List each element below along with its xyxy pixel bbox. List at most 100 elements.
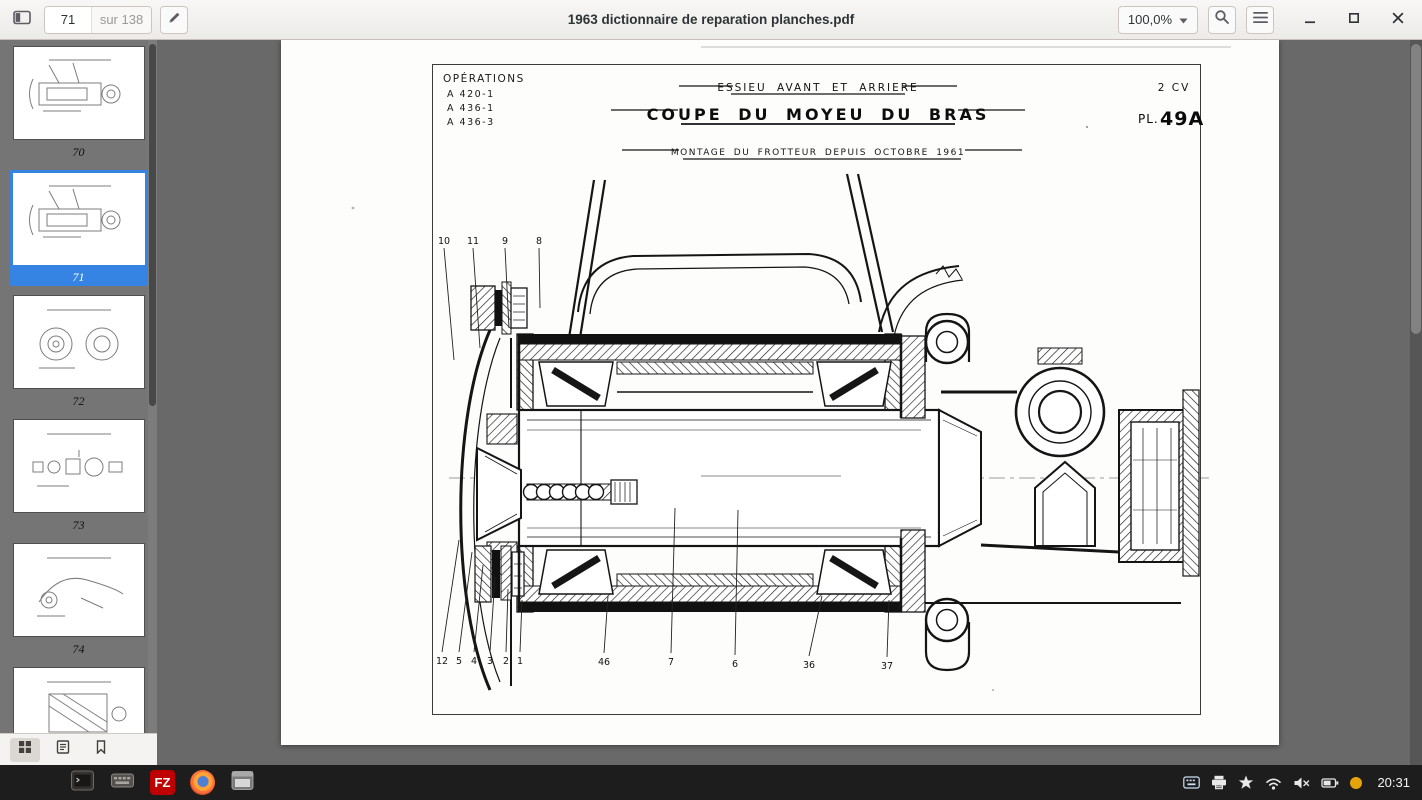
- updates-icon[interactable]: [1350, 777, 1362, 789]
- titlebar: 71 sur 138 1963 dictionnaire de reparati…: [0, 0, 1422, 40]
- taskbar: FZ: [0, 765, 1422, 800]
- thumbnail-image: [13, 419, 145, 513]
- thumbnail-page-number: 70: [64, 143, 94, 161]
- taskbar-apps: FZ: [70, 770, 255, 795]
- callout-number: 46: [598, 657, 610, 668]
- star-icon[interactable]: [1238, 775, 1254, 790]
- thumbnails-view-button[interactable]: [10, 738, 40, 762]
- thumbnail-image: [13, 46, 145, 140]
- thumbnail-page-number: 74: [64, 640, 94, 658]
- firefox-app-button[interactable]: [190, 770, 215, 795]
- page-thumbnail-72[interactable]: 72: [9, 295, 149, 410]
- thumbnails-sidebar: 70 71 72: [0, 40, 157, 765]
- filezilla-app-button[interactable]: FZ: [150, 770, 175, 795]
- window-controls: [1300, 10, 1414, 30]
- search-icon: [1214, 9, 1230, 30]
- callout-number: 11: [467, 236, 479, 247]
- callout-number: 6: [732, 659, 738, 670]
- bookmarks-view-icon: [94, 740, 108, 759]
- annotate-icon: [167, 10, 182, 30]
- bookmarks-view-button[interactable]: [86, 738, 116, 762]
- titlebar-left-group: 71 sur 138: [8, 6, 188, 34]
- page-thumbnail-70[interactable]: 70: [9, 46, 149, 161]
- operation-code: A 436-1: [447, 103, 495, 114]
- callout-number: 36: [803, 660, 815, 671]
- thumbnail-image: [13, 667, 145, 733]
- vertical-scrollbar-thumb[interactable]: [1411, 44, 1421, 334]
- sidebar-scrollbar[interactable]: [148, 40, 157, 733]
- page-thumbnail-73[interactable]: 73: [9, 419, 149, 534]
- battery-icon[interactable]: [1321, 777, 1339, 789]
- drawing-title: COUPE DU MOYEU DU BRAS: [647, 105, 990, 124]
- annotations-view-icon: [56, 740, 70, 759]
- thumbnail-page-number: 72: [64, 392, 94, 410]
- page-thumbnail-75[interactable]: [9, 667, 149, 733]
- plate-number: 49A: [1160, 108, 1204, 130]
- window-app-button[interactable]: [230, 770, 255, 795]
- drawing-subtitle: MONTAGE DU FROTTEUR DEPUIS OCTOBRE 1961: [671, 148, 965, 158]
- minimize-icon: [1304, 11, 1316, 29]
- callout-number: 8: [536, 236, 542, 247]
- terminal-app-button[interactable]: [70, 770, 95, 795]
- callout-number: 7: [668, 657, 674, 668]
- printer-icon[interactable]: [1211, 775, 1227, 790]
- callout-number: 37: [881, 661, 893, 672]
- sidebar-view-switcher: [0, 733, 157, 765]
- menu-button[interactable]: [1246, 6, 1274, 34]
- window-app-icon: [230, 770, 255, 795]
- close-button[interactable]: [1388, 10, 1408, 30]
- zoom-dropdown[interactable]: 100,0%: [1118, 6, 1198, 34]
- page-thumbnail-71-selected[interactable]: 71: [9, 170, 149, 286]
- document-canvas[interactable]: OPÉRATIONS A 420-1 A 436-1 A 436-3 ESSIE…: [157, 40, 1422, 765]
- thumbnail-image: [10, 170, 148, 268]
- annotations-view-button[interactable]: [48, 738, 78, 762]
- callout-number: 12: [436, 656, 448, 667]
- close-icon: [1392, 11, 1404, 29]
- annotate-button[interactable]: [160, 6, 188, 34]
- zoom-caret-icon: [1179, 12, 1188, 27]
- minimize-button[interactable]: [1300, 10, 1320, 30]
- thumbnail-list: 70 71 72: [0, 40, 157, 733]
- wifi-icon[interactable]: [1265, 776, 1282, 790]
- keyboard-icon: [110, 770, 135, 795]
- keyboard-app-button[interactable]: [110, 770, 135, 795]
- callout-number: 5: [456, 656, 462, 667]
- thumbnail-page-number: 73: [64, 516, 94, 534]
- callout-number: 2: [503, 656, 509, 667]
- operation-code: A 420-1: [447, 89, 495, 100]
- callout-number: 1: [517, 656, 523, 667]
- titlebar-right-group: 100,0%: [1118, 6, 1414, 34]
- thumbnails-view-icon: [18, 740, 32, 759]
- terminal-icon: [70, 770, 95, 795]
- page-thumbnail-74[interactable]: 74: [9, 543, 149, 658]
- volume-muted-icon[interactable]: [1293, 776, 1310, 790]
- sidebar-toggle-button[interactable]: [8, 6, 36, 34]
- callout-number: 9: [502, 236, 508, 247]
- sidebar-scrollbar-thumb[interactable]: [149, 44, 156, 406]
- plate-prefix: PL.: [1138, 112, 1159, 126]
- technical-drawing: OPÉRATIONS A 420-1 A 436-1 A 436-3 ESSIE…: [281, 40, 1279, 745]
- page-number-control[interactable]: 71 sur 138: [44, 6, 152, 34]
- pdf-viewer-window: 71 sur 138 1963 dictionnaire de reparati…: [0, 0, 1422, 800]
- pdf-page[interactable]: OPÉRATIONS A 420-1 A 436-1 A 436-3 ESSIE…: [281, 40, 1279, 745]
- search-button[interactable]: [1208, 6, 1236, 34]
- keyboard-layout-icon[interactable]: [1183, 776, 1200, 789]
- filezilla-icon: FZ: [155, 775, 171, 790]
- main-content: 70 71 72: [0, 40, 1422, 765]
- thumbnail-image: [13, 295, 145, 389]
- sidebar-toggle-icon: [13, 10, 31, 30]
- zoom-value: 100,0%: [1128, 12, 1172, 27]
- taskbar-status-area: 20:31: [1183, 775, 1414, 790]
- callout-number: 4: [471, 656, 477, 667]
- callout-number: 10: [438, 236, 450, 247]
- maximize-button[interactable]: [1344, 10, 1364, 30]
- operation-code: A 436-3: [447, 117, 495, 128]
- thumbnail-image: [13, 543, 145, 637]
- callout-number: 3: [487, 656, 493, 667]
- vertical-scrollbar[interactable]: [1410, 40, 1422, 765]
- operations-title: OPÉRATIONS: [443, 72, 525, 85]
- menu-icon: [1253, 11, 1268, 29]
- page-number-input[interactable]: 71: [45, 7, 91, 33]
- page-total-label: sur 138: [91, 7, 151, 33]
- window-title: 1963 dictionnaire de reparation planches…: [568, 12, 855, 27]
